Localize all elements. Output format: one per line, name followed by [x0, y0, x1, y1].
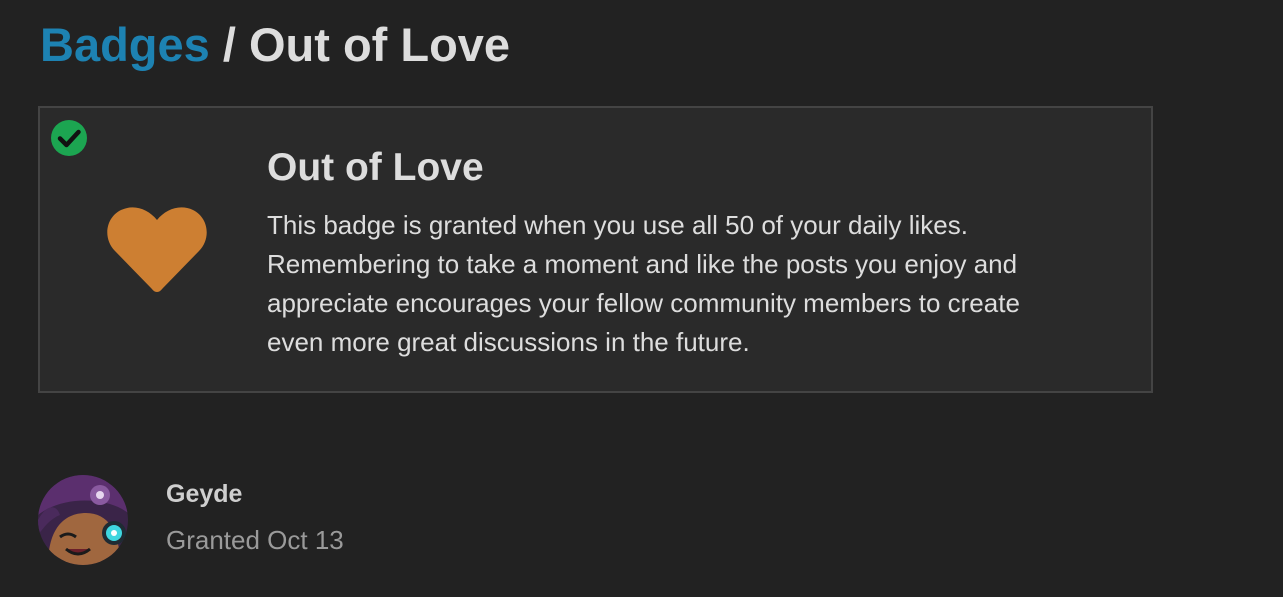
- page: Badges / Out of Love Out of Love This ba…: [0, 0, 1283, 597]
- page-title: Out of Love: [248, 18, 511, 71]
- breadcrumb-badges-link[interactable]: Badges: [40, 18, 210, 71]
- badge-description: This badge is granted when you use all 5…: [267, 210, 1020, 357]
- badge-card: Out of Love This badge is granted when y…: [38, 106, 1153, 393]
- heart-icon: [107, 207, 207, 292]
- avatar[interactable]: [38, 475, 128, 565]
- badge-title: Out of Love: [267, 146, 484, 189]
- username[interactable]: Geyde: [166, 480, 242, 509]
- granted-date: Granted Oct 13: [166, 525, 344, 555]
- breadcrumb: Badges / Out of Love: [40, 18, 510, 72]
- breadcrumb-separator: /: [222, 18, 236, 71]
- check-circle-icon: [51, 120, 87, 156]
